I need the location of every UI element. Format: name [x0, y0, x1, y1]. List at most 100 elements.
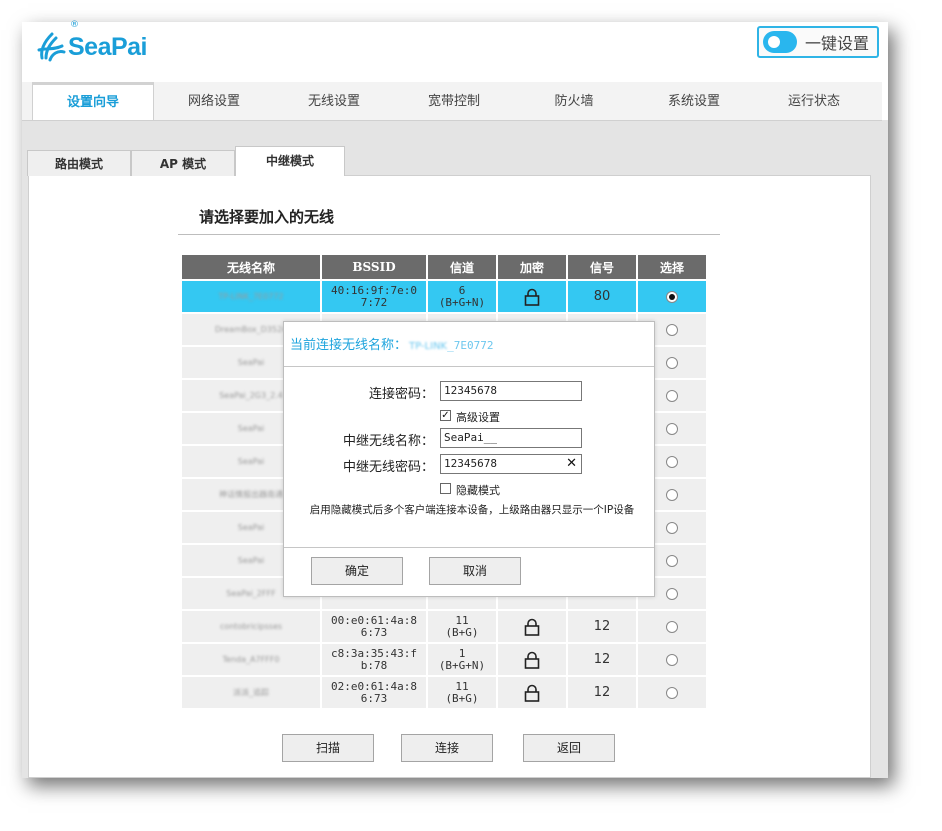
cell-encryption	[498, 281, 566, 312]
select-radio[interactable]	[666, 620, 678, 633]
select-radio[interactable]	[666, 686, 678, 699]
lock-icon	[524, 618, 540, 636]
select-radio[interactable]	[666, 587, 678, 600]
table-header-row: 无线名称 BSSID 信道 加密 信号 选择	[182, 255, 706, 279]
repeater-password-label: 中继无线密码：	[342, 460, 434, 475]
col-header-channel: 信道	[428, 255, 496, 279]
table-row[interactable]: TP-LINK_7E0772 40:16:9f:7e:0 7:72 6 (B+G+N) 8…	[182, 281, 706, 312]
cell-encryption	[498, 644, 566, 675]
nav-item-wireless[interactable]: 无线设置	[274, 82, 394, 120]
select-radio[interactable]	[666, 290, 678, 303]
ssid-text-blurred: TP-LINK_7E0772	[218, 292, 284, 301]
cell-channel: 1 (B+G+N)	[428, 644, 496, 675]
select-radio[interactable]	[666, 422, 678, 435]
select-radio[interactable]	[666, 356, 678, 369]
cell-channel: 6 (B+G+N)	[428, 281, 496, 312]
ssid-text-blurred: 神话情报出器南通	[219, 490, 283, 499]
dialog-ok-button[interactable]: 确定	[311, 557, 403, 585]
dialog-cancel-button[interactable]: 取消	[429, 557, 521, 585]
repeater-ssid-value: SeaPai__	[444, 431, 497, 444]
dialog-divider-bottom	[284, 547, 654, 548]
ssid-text-blurred: SeaPai	[237, 457, 265, 466]
tab-repeater-mode[interactable]: 中继模式	[235, 146, 345, 176]
cell-bssid: 02:e0:61:4a:8 6:73	[322, 677, 426, 708]
registered-mark: ®	[70, 20, 79, 30]
cell-ssid: 派派_追踪	[182, 677, 320, 708]
ssid-text-blurred: SeaPai	[237, 556, 265, 565]
select-radio[interactable]	[666, 323, 678, 336]
cell-encryption	[498, 611, 566, 642]
ssid-text-blurred: SeaPai	[237, 358, 265, 367]
cell-bssid: c8:3a:35:43:f b:78	[322, 644, 426, 675]
cell-select	[638, 281, 706, 312]
dialog-title-ssid-blurred: TP-LINK	[409, 341, 448, 352]
hidden-mode-note: 启用隐藏模式后多个客户端连接本设备，上级路由器只显示一个IP设备	[309, 504, 635, 516]
select-radio[interactable]	[666, 389, 678, 402]
lock-icon	[524, 684, 540, 702]
nav-item-bandwidth[interactable]: 宽带控制	[394, 82, 514, 120]
cell-select	[638, 611, 706, 642]
tab-ap-mode[interactable]: AP 模式	[131, 150, 235, 176]
dialog-divider-top	[284, 366, 654, 367]
bssid-line-2: 6:73	[360, 625, 388, 639]
cell-bssid: 40:16:9f:7e:0 7:72	[322, 281, 426, 312]
table-row[interactable]: 派派_追踪 02:e0:61:4a:8 6:73 11 (B+G) 12	[182, 677, 706, 708]
connect-dialog: 当前连接无线名称： TP-LINK_7E0772 连接密码： 12345678 ✓…	[283, 321, 655, 597]
clear-icon[interactable]: ✕	[566, 455, 577, 473]
cell-signal: 12	[568, 677, 636, 708]
logo-text: SeaPai	[68, 33, 148, 61]
select-radio[interactable]	[666, 455, 678, 468]
quick-setup-button[interactable]: 一键设置	[757, 26, 879, 58]
cell-channel: 11 (B+G)	[428, 677, 496, 708]
toggle-icon	[763, 31, 797, 53]
main-nav: 设置向导 网络设置 无线设置 宽带控制 防火墙 系统设置 运行状态	[22, 82, 882, 121]
lock-icon	[524, 651, 540, 669]
seapai-logo: SeaPai ®	[36, 20, 148, 62]
nav-item-firewall[interactable]: 防火墙	[514, 82, 634, 120]
password-label: 连接密码：	[368, 387, 434, 402]
table-row[interactable]: contobricipsses 00:e0:61:4a:8 6:73 11 (B+G) 1…	[182, 611, 706, 642]
channel-mode: (B+G)	[445, 625, 479, 639]
channel-mode: (B+G)	[445, 691, 479, 705]
back-button[interactable]: 返回	[523, 734, 615, 762]
ssid-text-blurred: 派派_追踪	[233, 688, 269, 697]
ssid-text-blurred: Tenda_A7FFF0	[222, 655, 280, 664]
select-radio[interactable]	[666, 653, 678, 666]
col-header-signal: 信号	[568, 255, 636, 279]
repeater-ssid-label: 中继无线名称：	[342, 434, 434, 449]
cell-bssid: 00:e0:61:4a:8 6:73	[322, 611, 426, 642]
select-radio[interactable]	[666, 488, 678, 501]
cell-select	[638, 677, 706, 708]
hidden-mode-label: 隐藏模式	[456, 484, 500, 497]
repeater-password-input[interactable]: 12345678 ✕	[440, 454, 582, 474]
channel-mode: (B+G+N)	[438, 295, 486, 309]
select-radio[interactable]	[666, 554, 678, 567]
cell-select	[638, 644, 706, 675]
scan-button[interactable]: 扫描	[282, 734, 374, 762]
connect-button[interactable]: 连接	[401, 734, 493, 762]
ssid-text-blurred: SeaPai	[237, 424, 265, 433]
lock-icon	[524, 288, 540, 306]
select-radio[interactable]	[666, 521, 678, 534]
section-title: 请选择要加入的无线	[199, 208, 335, 226]
hidden-mode-checkbox[interactable]	[440, 483, 451, 494]
ssid-text-blurred: DreamBox_D3524	[214, 325, 288, 334]
section-divider	[178, 234, 720, 235]
ssid-text-blurred: SeaPai_2G3_2.4	[219, 391, 283, 400]
table-row[interactable]: Tenda_A7FFF0 c8:3a:35:43:f b:78 1 (B+G+N) 12	[182, 644, 706, 675]
nav-item-setup-wizard[interactable]: 设置向导	[32, 82, 154, 120]
cell-ssid: TP-LINK_7E0772	[182, 281, 320, 312]
cell-signal: 12	[568, 611, 636, 642]
nav-item-status[interactable]: 运行状态	[754, 82, 874, 120]
bssid-line-2: b:78	[360, 658, 388, 672]
dialog-title-prefix: 当前连接无线名称：	[290, 338, 408, 353]
tab-router-mode[interactable]: 路由模式	[27, 150, 131, 176]
repeater-password-value: 12345678	[444, 457, 497, 470]
col-header-name: 无线名称	[182, 255, 320, 279]
advanced-checkbox[interactable]: ✓	[440, 410, 451, 421]
col-header-select: 选择	[638, 255, 706, 279]
repeater-ssid-input[interactable]: SeaPai__	[440, 428, 582, 448]
password-input[interactable]: 12345678	[440, 381, 582, 401]
nav-item-system[interactable]: 系统设置	[634, 82, 754, 120]
nav-item-network[interactable]: 网络设置	[154, 82, 274, 120]
